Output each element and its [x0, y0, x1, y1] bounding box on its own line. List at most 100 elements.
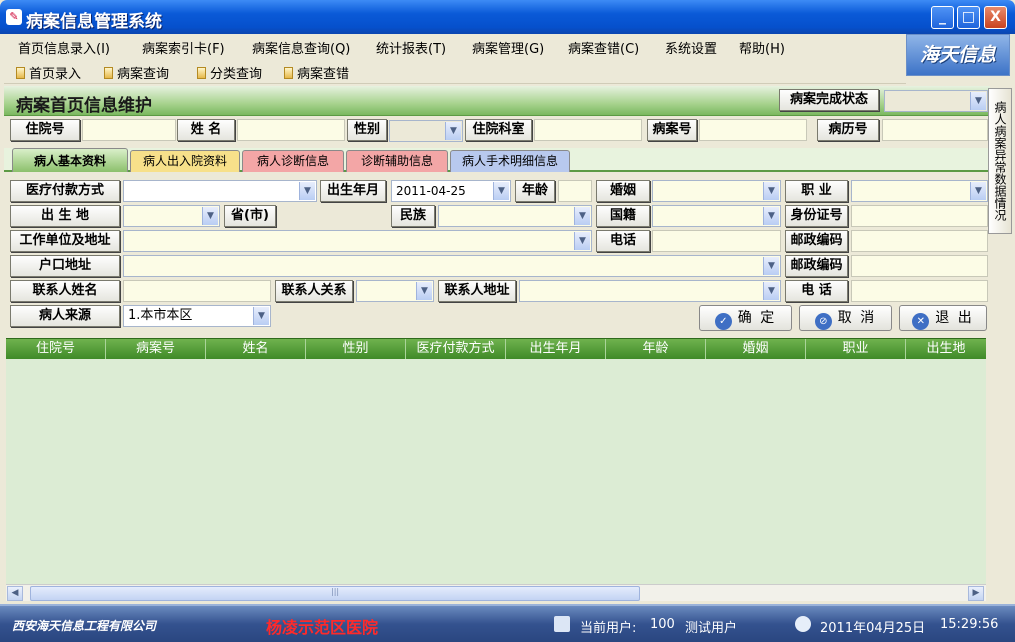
gender-label: 性别 [347, 119, 387, 141]
work-unit-select[interactable]: ▼ [123, 230, 592, 252]
occupation-select[interactable]: ▼ [851, 180, 988, 202]
grid-header: 住院号 病案号 姓名 性别 医疗付款方式 出生年月 年龄 婚姻 职业 出生地 [6, 338, 986, 360]
ethnicity-select[interactable]: ▼ [438, 205, 592, 227]
menu-item-settings[interactable]: 系统设置 [665, 38, 717, 57]
exit-label: 退 出 [935, 310, 974, 326]
menu-item-home-entry[interactable]: 首页信息录入(I) [18, 38, 110, 57]
inpatient-no-input[interactable] [82, 119, 176, 141]
menu-item-query[interactable]: 病案信息查询(Q) [252, 38, 350, 57]
scroll-right-icon[interactable]: ▶ [968, 586, 984, 601]
marriage-select[interactable]: ▼ [652, 180, 781, 202]
title-bar[interactable]: ✎ 病案信息管理系统 _ □ X [0, 0, 1015, 34]
record-no-label: 病历号 [817, 119, 879, 141]
col-gender[interactable]: 性别 [306, 339, 406, 360]
tab-admission-info[interactable]: 病人出入院资料 [130, 150, 240, 172]
document-icon [284, 67, 293, 79]
grid-body[interactable] [6, 359, 986, 584]
phone-input[interactable] [652, 230, 781, 252]
toolbar-case-error[interactable]: 病案查错 [284, 63, 349, 82]
document-icon [197, 67, 206, 79]
age-label: 年龄 [515, 180, 555, 202]
page-title: 病案首页信息维护 [16, 96, 152, 116]
contact-name-label: 联系人姓名 [10, 280, 120, 302]
inpatient-no-label: 住院号 [10, 119, 80, 141]
col-name[interactable]: 姓名 [206, 339, 306, 360]
tab-diagnosis-info[interactable]: 病人诊断信息 [242, 150, 344, 172]
company-name: 西安海天信息工程有限公司 [12, 619, 157, 633]
age-input[interactable] [558, 180, 592, 202]
birthplace-select[interactable]: ▼ [123, 205, 220, 227]
toolbar-category-query[interactable]: 分类查询 [197, 63, 262, 82]
contact-addr-select[interactable]: ▼ [519, 280, 781, 302]
dept-label: 住院科室 [465, 119, 532, 141]
menu-item-index-card[interactable]: 病案索引卡(F) [142, 38, 225, 57]
contact-name-input[interactable] [123, 280, 271, 302]
work-unit-label: 工作单位及地址 [10, 230, 120, 252]
hospital-name: 杨凌示范区医院 [266, 618, 379, 637]
menu-item-error-check[interactable]: 病案查错(C) [568, 38, 639, 57]
col-age[interactable]: 年龄 [606, 339, 706, 360]
col-inpatient-no[interactable]: 住院号 [6, 339, 106, 360]
nationality-select[interactable]: ▼ [652, 205, 781, 227]
case-no-input[interactable] [699, 119, 807, 141]
col-birth-date[interactable]: 出生年月 [506, 339, 606, 360]
toolbar-label: 首页录入 [29, 67, 82, 82]
close-button[interactable]: X [984, 6, 1007, 29]
minimize-button[interactable]: _ [931, 6, 954, 29]
cancel-button[interactable]: ⊘ 取 消 [799, 305, 892, 331]
col-marriage[interactable]: 婚姻 [706, 339, 806, 360]
birthplace-label: 出 生 地 [10, 205, 120, 227]
toolbar-label: 病案查询 [117, 67, 170, 82]
document-icon [16, 67, 25, 79]
col-birthplace[interactable]: 出生地 [906, 339, 986, 360]
birth-date-picker[interactable]: 2011-04-25 ▼ [391, 180, 511, 202]
source-select[interactable]: 1.本市本区 ▼ [123, 305, 271, 327]
tab-basic-info[interactable]: 病人基本资料 [12, 148, 128, 172]
contact-rel-select[interactable]: ▼ [356, 280, 434, 302]
toolbar-home-entry[interactable]: 首页录入 [16, 63, 81, 82]
status-select[interactable]: ▼ [884, 90, 988, 112]
maximize-button[interactable]: □ [957, 6, 980, 29]
menu-item-reports[interactable]: 统计报表(T) [376, 38, 446, 57]
chevron-down-icon: ▼ [299, 182, 315, 200]
col-payment[interactable]: 医疗付款方式 [406, 339, 506, 360]
tab-surgery-detail[interactable]: 病人手术明细信息 [450, 150, 570, 172]
household-select[interactable]: ▼ [123, 255, 781, 277]
toolbar-case-query[interactable]: 病案查询 [104, 63, 169, 82]
scroll-thumb[interactable]: ||| [30, 586, 640, 601]
payment-label: 医疗付款方式 [10, 180, 120, 202]
menu-item-management[interactable]: 病案管理(G) [472, 38, 544, 57]
gender-select[interactable]: ▼ [389, 120, 463, 142]
name-input[interactable] [237, 119, 345, 141]
source-value: 1.本市本区 [128, 308, 193, 323]
payment-select[interactable]: ▼ [123, 180, 317, 202]
exit-button[interactable]: ✕ 退 出 [899, 305, 987, 331]
col-case-no[interactable]: 病案号 [106, 339, 206, 360]
side-tab-abnormal-data[interactable]: 病人病案异常数据情况 [988, 88, 1012, 234]
confirm-label: 确 定 [737, 310, 777, 326]
status-bar: 西安海天信息工程有限公司 杨凌示范区医院 当前用户: 100 测试用户 2011… [0, 604, 1015, 642]
id-card-input[interactable] [851, 205, 988, 227]
id-card-label: 身份证号 [785, 205, 848, 227]
scroll-left-icon[interactable]: ◀ [7, 586, 23, 601]
tab-diagnosis-aux[interactable]: 诊断辅助信息 [346, 150, 448, 172]
confirm-button[interactable]: ✓ 确 定 [699, 305, 792, 331]
nationality-label: 国籍 [596, 205, 650, 227]
ethnicity-label: 民族 [391, 205, 435, 227]
chevron-down-icon: ▼ [763, 182, 779, 200]
dept-input[interactable] [534, 119, 642, 141]
contact-addr-label: 联系人地址 [438, 280, 516, 302]
chevron-down-icon: ▼ [202, 207, 218, 225]
status-time: 15:29:56 [940, 617, 999, 632]
menu-item-help[interactable]: 帮助(H) [739, 38, 785, 57]
postcode-label: 邮政编码 [785, 230, 848, 252]
postcode2-label: 邮政编码 [785, 255, 848, 277]
record-no-input[interactable] [882, 119, 988, 141]
postcode2-input[interactable] [851, 255, 988, 277]
col-occupation[interactable]: 职业 [806, 339, 906, 360]
postcode-input[interactable] [851, 230, 988, 252]
company-logo: 海天信息 [906, 34, 1010, 76]
horizontal-scrollbar[interactable]: ◀ ||| ▶ [6, 584, 986, 601]
case-no-label: 病案号 [647, 119, 697, 141]
contact-phone-input[interactable] [851, 280, 988, 302]
